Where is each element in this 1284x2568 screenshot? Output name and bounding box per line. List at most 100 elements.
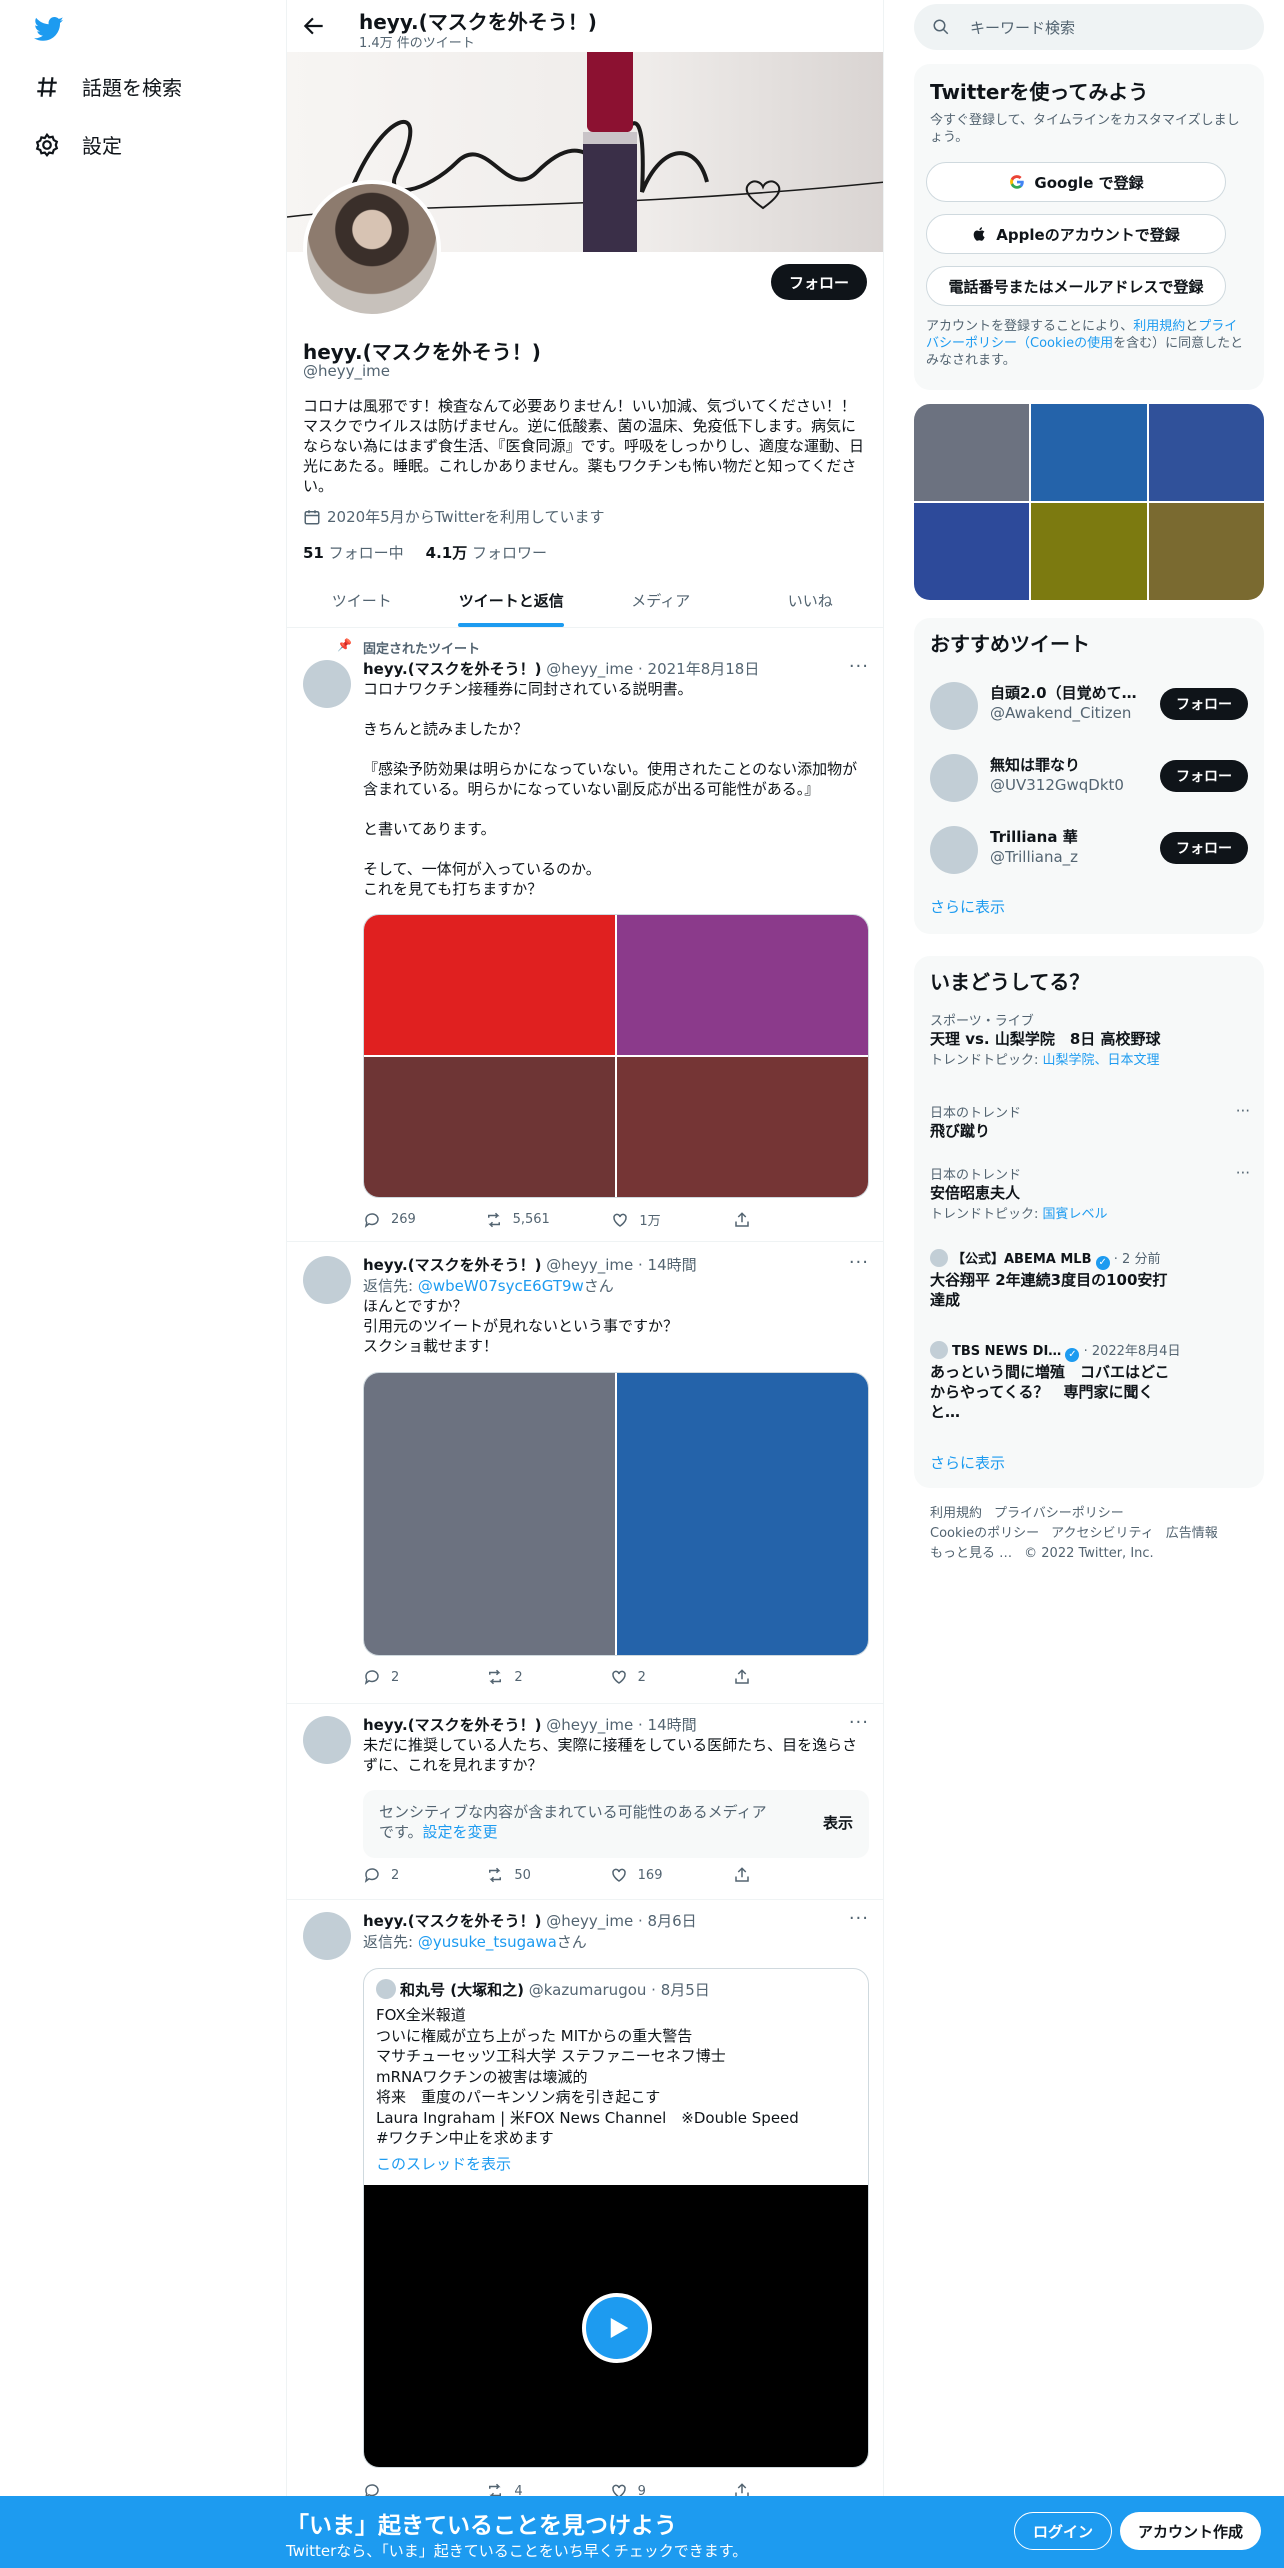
tweet-avatar[interactable]	[303, 660, 351, 708]
tweet-avatar[interactable]	[303, 1716, 351, 1764]
tweet-reply[interactable]: ··· heyy.(マスクを外そう！) @heyy_ime · 14時間 返信先…	[287, 1244, 883, 1704]
trend-item[interactable]: スポーツ・ライブ 天理 vs. 山梨学院 8日 高校野球 トレンドトピック: 山…	[930, 1010, 1250, 1068]
like-count: 1万	[639, 1214, 661, 1229]
footer-terms-link[interactable]: 利用規約	[930, 1506, 982, 1521]
more-options-icon[interactable]: ···	[1236, 1102, 1250, 1120]
trend-item[interactable]: ··· 日本のトレンド 安倍昭恵夫人 トレンドトピック: 国賓レベル	[930, 1164, 1250, 1222]
tab-media[interactable]: メディア	[586, 574, 736, 627]
followers-link[interactable]: 4.1万 フォロワー	[426, 542, 547, 563]
more-options-icon[interactable]: ···	[1236, 1164, 1250, 1182]
media-image[interactable]	[364, 1373, 615, 1655]
avatar[interactable]	[930, 682, 978, 730]
media-thumbnail[interactable]	[1031, 404, 1147, 501]
recommended-user[interactable]: 無知は罪なり @UV312GwqDkt0 フォロー	[914, 740, 1264, 812]
tweet-header: heyy.(マスクを外そう！) @heyy_ime · 2021年8月18日	[363, 658, 869, 679]
media-image[interactable]	[617, 1057, 868, 1197]
reply-to-link[interactable]: @wbeW07sycE6GT9w	[418, 1277, 584, 1295]
following-link[interactable]: 51 フォロー中	[303, 542, 404, 563]
back-arrow-icon[interactable]	[301, 13, 327, 39]
media-image[interactable]	[617, 915, 868, 1055]
trend-topic-link[interactable]: 国賓レベル	[1043, 1207, 1108, 1222]
google-signup-button[interactable]: Google で登録	[926, 162, 1226, 202]
reply-to-link[interactable]: @yusuke_tsugawa	[418, 1933, 557, 1951]
tweet-quote[interactable]: ··· heyy.(マスクを外そう！) @heyy_ime · 8月6日 返信先…	[287, 1902, 883, 2542]
footer-accessibility-link[interactable]: アクセシビリティ	[1051, 1526, 1154, 1541]
share-button[interactable]	[733, 1210, 793, 1229]
trend-topic-link[interactable]: 山梨学院、日本文理	[1043, 1053, 1160, 1068]
follow-button[interactable]: フォロー	[770, 264, 867, 300]
media-thumbnail[interactable]	[914, 404, 1030, 501]
profile-avatar[interactable]	[303, 180, 441, 318]
follow-button[interactable]: フォロー	[1160, 760, 1248, 792]
retweet-count: 2	[514, 1669, 523, 1685]
media-image[interactable]	[364, 1057, 615, 1197]
tab-tweets[interactable]: ツイート	[287, 574, 437, 627]
show-thread-link[interactable]: このスレッドを表示	[376, 2153, 511, 2174]
media-thumbnail[interactable]	[1148, 503, 1264, 600]
recommended-user[interactable]: 自頭2.0（目覚めてる… @Awakend_Citizen フォロー	[914, 668, 1264, 740]
nav-settings[interactable]: 設定	[34, 130, 122, 159]
show-more-link[interactable]: さらに表示	[930, 896, 1005, 917]
play-icon[interactable]	[582, 2293, 652, 2363]
like-button[interactable]: 169	[610, 1866, 670, 1884]
like-button[interactable]: 2	[610, 1668, 670, 1686]
trend-item[interactable]: ··· 日本のトレンド 飛び蹴り	[930, 1102, 1250, 1141]
terms-link[interactable]: 利用規約	[1133, 319, 1185, 334]
change-settings-link[interactable]: 設定を変更	[423, 1823, 498, 1841]
follow-button[interactable]: フォロー	[1160, 832, 1248, 864]
retweet-button[interactable]: 2	[486, 1668, 546, 1686]
tab-tweets-and-replies[interactable]: ツイートと返信	[437, 574, 587, 627]
profile-name: heyy.(マスクを外そう！)	[303, 340, 541, 364]
trend-news-item[interactable]: TBS NEWS DI… ✓ · 2022年8月4日 あっという間に増殖 コバエ…	[930, 1340, 1250, 1422]
login-button[interactable]: ログイン	[1014, 2512, 1113, 2550]
show-more-link[interactable]: さらに表示	[930, 1452, 1005, 1473]
show-media-button[interactable]: 表示	[823, 1812, 853, 1833]
share-button[interactable]	[733, 1866, 793, 1884]
media-thumbnail[interactable]	[914, 503, 1030, 600]
tweet-media-grid[interactable]	[363, 914, 869, 1198]
follow-button[interactable]: フォロー	[1160, 688, 1248, 720]
reply-icon	[364, 1212, 379, 1228]
apple-signup-button[interactable]: Appleのアカウントで登録	[926, 214, 1226, 254]
tweet-pinned[interactable]: 📌 固定されたツイート ··· heyy.(マスクを外そう！) @heyy_im…	[287, 630, 883, 1242]
reply-suffix: さん	[583, 1277, 614, 1295]
footer-more-link[interactable]: もっと見る …	[930, 1546, 1012, 1561]
share-button[interactable]	[733, 1668, 793, 1686]
footer-privacy-link[interactable]: プライバシーポリシー	[994, 1506, 1124, 1521]
media-image[interactable]	[617, 1373, 868, 1655]
gear-icon	[35, 132, 59, 157]
like-button[interactable]: 1万	[611, 1210, 671, 1229]
twitter-logo-icon[interactable]	[32, 14, 66, 44]
tweet-author-name[interactable]: heyy.(マスクを外そう！)	[363, 1716, 541, 1734]
tweet-author-name[interactable]: heyy.(マスクを外そう！)	[363, 1256, 541, 1274]
quoted-tweet[interactable]: 和丸号 (大塚和之) @kazumarugou · 8月5日 FOX全米報道 つ…	[363, 1968, 869, 2468]
media-image[interactable]	[364, 915, 615, 1055]
trend-news-item[interactable]: 【公式】ABEMA MLB ✓ · 2 分前 大谷翔平 2年連続3度目の100安…	[930, 1248, 1250, 1310]
video-player[interactable]	[364, 2185, 868, 2467]
tweet-avatar[interactable]	[303, 1912, 351, 1960]
footer-ads-link[interactable]: 広告情報	[1166, 1526, 1218, 1541]
reply-button[interactable]: 269	[363, 1210, 423, 1229]
nav-explore[interactable]: 話題を検索	[34, 72, 182, 101]
reply-button[interactable]: 2	[363, 1668, 423, 1686]
footer-cookie-link[interactable]: Cookieのポリシー	[930, 1526, 1039, 1541]
tweet-author-name[interactable]: heyy.(マスクを外そう！)	[363, 1912, 541, 1930]
avatar[interactable]	[930, 826, 978, 874]
retweet-button[interactable]: 5,561	[485, 1210, 550, 1229]
avatar[interactable]	[930, 754, 978, 802]
search-box[interactable]: キーワード検索	[914, 4, 1264, 50]
media-thumbnail[interactable]	[1031, 503, 1147, 600]
tweet-media-grid[interactable]	[363, 1372, 869, 1656]
reply-button[interactable]: 2	[363, 1866, 423, 1884]
tweet-author-name[interactable]: heyy.(マスクを外そう！)	[363, 660, 541, 678]
tab-likes[interactable]: いいね	[736, 574, 884, 627]
tweet-sensitive[interactable]: ··· heyy.(マスクを外そう！) @heyy_ime · 14時間 未だに…	[287, 1706, 883, 1900]
retweet-button[interactable]: 50	[486, 1866, 546, 1884]
signup-button[interactable]: アカウント作成	[1120, 2512, 1262, 2550]
media-thumbnail[interactable]	[1148, 404, 1264, 501]
phone-email-signup-button[interactable]: 電話番号またはメールアドレスで登録	[926, 266, 1226, 306]
tweet-avatar[interactable]	[303, 1256, 351, 1304]
search-input[interactable]: キーワード検索	[970, 17, 1075, 38]
tweet-actions: 2 50 169	[363, 1866, 793, 1884]
recommended-user[interactable]: Trilliana 華 @Trilliana_z フォロー	[914, 812, 1264, 884]
